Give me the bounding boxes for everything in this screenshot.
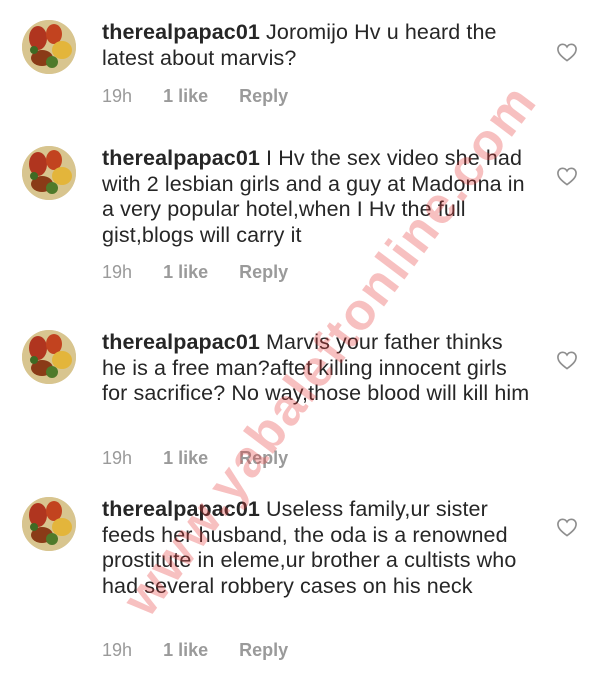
comment-username[interactable]: therealpapac01 xyxy=(102,330,260,354)
heart-icon[interactable] xyxy=(556,166,578,186)
comment-time: 19h xyxy=(102,448,133,468)
comment-text: therealpapac01 I Hv the sex video she ha… xyxy=(102,146,532,248)
comment-time: 19h xyxy=(102,86,133,106)
likes-count[interactable]: 1 like xyxy=(163,640,208,661)
avatar[interactable] xyxy=(22,497,76,551)
likes-count[interactable]: 1 like xyxy=(163,262,208,283)
comment-text: therealpapac01 Joromijo Hv u heard the l… xyxy=(102,20,532,71)
comment-time: 19h xyxy=(102,262,133,282)
reply-button[interactable]: Reply xyxy=(239,640,288,661)
comment-time: 19h xyxy=(102,640,133,660)
comment-meta: 19h 1 like Reply xyxy=(102,262,314,283)
comment-meta: 19h 1 like Reply xyxy=(102,448,314,469)
avatar[interactable] xyxy=(22,20,76,74)
heart-icon[interactable] xyxy=(556,350,578,370)
comment-text: therealpapac01 Useless family,ur sister … xyxy=(102,497,532,599)
heart-icon[interactable] xyxy=(556,42,578,62)
comment-meta: 19h 1 like Reply xyxy=(102,86,314,107)
comment-username[interactable]: therealpapac01 xyxy=(102,497,260,521)
comment-username[interactable]: therealpapac01 xyxy=(102,146,260,170)
comment-username[interactable]: therealpapac01 xyxy=(102,20,260,44)
likes-count[interactable]: 1 like xyxy=(163,448,208,469)
likes-count[interactable]: 1 like xyxy=(163,86,208,107)
reply-button[interactable]: Reply xyxy=(239,448,288,469)
reply-button[interactable]: Reply xyxy=(239,86,288,107)
reply-button[interactable]: Reply xyxy=(239,262,288,283)
comment-text: therealpapac01 Marvis your father thinks… xyxy=(102,330,532,407)
heart-icon[interactable] xyxy=(556,517,578,537)
avatar[interactable] xyxy=(22,146,76,200)
comment-meta: 19h 1 like Reply xyxy=(102,640,314,661)
avatar[interactable] xyxy=(22,330,76,384)
